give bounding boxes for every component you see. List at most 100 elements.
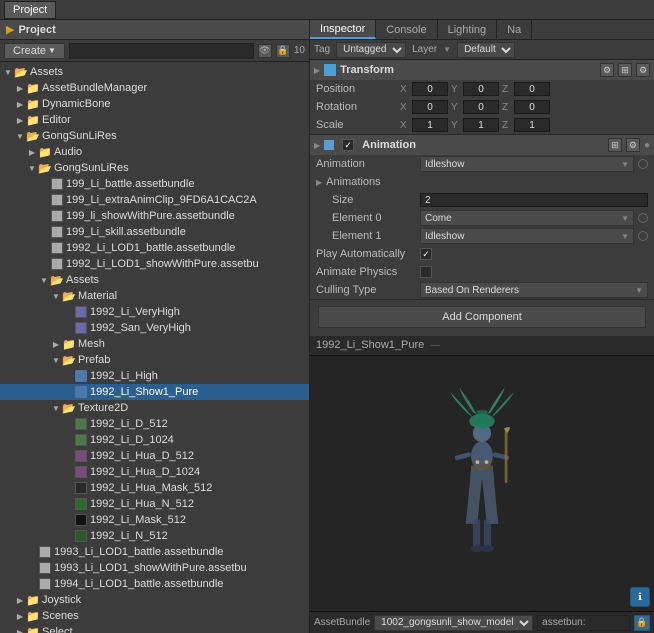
- element1-select[interactable]: Idleshow ▼: [420, 228, 634, 244]
- animation-dot-icon: [638, 159, 648, 169]
- tree-type-icon: 📁: [26, 113, 40, 127]
- search-input[interactable]: [69, 43, 254, 59]
- tree-item-gongsunlires[interactable]: ▼📂GongSunLiRes: [0, 128, 309, 144]
- tree-item-1992-li-show1-pure[interactable]: 1992_Li_Show1_Pure: [0, 384, 309, 400]
- tree-item-label: 1994_Li_LOD1_battle.assetbundle: [54, 578, 223, 590]
- tree-item-texture2d[interactable]: ▼📂Texture2D: [0, 400, 309, 416]
- tree-item-1992-n-512[interactable]: 1992_Li_N_512: [0, 528, 309, 544]
- tree-item-1992-d-512[interactable]: 1992_Li_D_512: [0, 416, 309, 432]
- assetbundle-icon-btn[interactable]: 🔒: [634, 615, 650, 631]
- tree-item-1992-li-high[interactable]: 1992_Li_High: [0, 368, 309, 384]
- tree-item-1992-hua-n-512[interactable]: 1992_Li_Hua_N_512: [0, 496, 309, 512]
- animation-select[interactable]: Idleshow ▼: [420, 156, 634, 172]
- tree-item-assets-root[interactable]: ▼📂Assets: [0, 64, 309, 80]
- rotation-z-input[interactable]: [514, 100, 550, 114]
- scale-x-input[interactable]: [412, 118, 448, 132]
- tree-item-audio[interactable]: ▶📁Audio: [0, 144, 309, 160]
- animations-header-row: ▶ Animations: [310, 173, 654, 191]
- play-auto-checkbox[interactable]: [420, 248, 432, 260]
- tree-item-1993-lod1-show[interactable]: 1993_Li_LOD1_showWithPure.assetbu: [0, 560, 309, 576]
- tree-item-assets-sub[interactable]: ▼📂Assets: [0, 272, 309, 288]
- tree-item-199-li-battle[interactable]: 199_Li_battle.assetbundle: [0, 176, 309, 192]
- tree-item-editor[interactable]: ▶📁Editor: [0, 112, 309, 128]
- scale-z-input[interactable]: [514, 118, 550, 132]
- tree-item-1992-li-veryhigh[interactable]: 1992_Li_VeryHigh: [0, 304, 309, 320]
- scale-y-group: Y: [451, 118, 499, 132]
- tree-item-1992-lod1-battle[interactable]: 1992_Li_LOD1_battle.assetbundle: [0, 240, 309, 256]
- position-x-input[interactable]: [412, 82, 448, 96]
- position-y-input[interactable]: [463, 82, 499, 96]
- transform-extra-icon[interactable]: ⚙: [636, 63, 650, 77]
- tree-item-dynamicbone[interactable]: ▶📁DynamicBone: [0, 96, 309, 112]
- create-button[interactable]: Create ▼: [4, 43, 65, 59]
- tree-item-1992-d-1024[interactable]: 1992_Li_D_1024: [0, 432, 309, 448]
- tab-project[interactable]: Project: [4, 1, 56, 19]
- tree-item-label: Texture2D: [78, 402, 128, 414]
- tree-type-icon: 📁: [26, 97, 40, 111]
- transform-settings-icon[interactable]: ⚙: [600, 63, 614, 77]
- tree-item-1992-lod1-show[interactable]: 1992_Li_LOD1_showWithPure.assetbu: [0, 256, 309, 272]
- culling-label: Culling Type: [316, 284, 416, 296]
- play-auto-row: Play Automatically: [310, 245, 654, 263]
- tree-item-gongsunlires2[interactable]: ▼📂GongSunLiRes: [0, 160, 309, 176]
- tag-select[interactable]: Untagged: [336, 42, 406, 58]
- tree-item-label: Select: [42, 626, 73, 633]
- preview-info-button[interactable]: ℹ: [630, 587, 650, 607]
- preview-area: 1992_Li_Show1_Pure —: [310, 336, 654, 612]
- tree-item-select[interactable]: ▶📁Select: [0, 624, 309, 633]
- tree-item-scenes[interactable]: ▶📁Scenes: [0, 608, 309, 624]
- tree-item-label: 1993_Li_LOD1_battle.assetbundle: [54, 546, 223, 558]
- tree-item-1993-lod1-battle[interactable]: 1993_Li_LOD1_battle.assetbundle: [0, 544, 309, 560]
- tree-item-1992-hua-d-512[interactable]: 1992_Li_Hua_D_512: [0, 448, 309, 464]
- animation-arrow-icon: ▶: [314, 141, 320, 150]
- element0-row: Element 0 Come ▼: [310, 209, 654, 227]
- rotation-x-input[interactable]: [412, 100, 448, 114]
- culling-select[interactable]: Based On Renderers ▼: [420, 282, 648, 298]
- layer-select[interactable]: Default: [457, 42, 515, 58]
- tree-item-1992-hua-mask-512[interactable]: 1992_Li_Hua_Mask_512: [0, 480, 309, 496]
- tab-console[interactable]: Console: [376, 20, 437, 39]
- add-component-button[interactable]: Add Component: [318, 306, 646, 328]
- rotation-y-input[interactable]: [463, 100, 499, 114]
- anim-settings-icon[interactable]: ⚙: [626, 138, 640, 152]
- tree-item-199-li-skill[interactable]: 199_Li_skill.assetbundle: [0, 224, 309, 240]
- anim-layout-icon[interactable]: ⊞: [608, 138, 622, 152]
- tab-lighting[interactable]: Lighting: [438, 20, 498, 39]
- tree-item-assetbundle-manager[interactable]: ▶📁AssetBundleManager: [0, 80, 309, 96]
- tab-na[interactable]: Na: [497, 20, 532, 39]
- animation-header[interactable]: ▶ Animation ⊞ ⚙ ●: [310, 135, 654, 155]
- tree-item-label: 199_li_showWithPure.assetbundle: [66, 210, 235, 222]
- eye-icon[interactable]: 👁: [258, 44, 272, 58]
- size-input[interactable]: [420, 193, 648, 207]
- tree-item-1994-lod1-battle[interactable]: 1994_Li_LOD1_battle.assetbundle: [0, 576, 309, 592]
- tree-type-icon: [74, 465, 88, 479]
- tree-item-prefab[interactable]: ▼📂Prefab: [0, 352, 309, 368]
- layer-dropdown-icon: ▼: [443, 45, 451, 54]
- animation-enabled-checkbox[interactable]: [342, 139, 354, 151]
- tab-inspector[interactable]: Inspector: [310, 20, 376, 39]
- culling-select-value: Based On Renderers: [425, 285, 519, 296]
- scale-y-input[interactable]: [463, 118, 499, 132]
- tree-item-199-li-show[interactable]: 199_li_showWithPure.assetbundle: [0, 208, 309, 224]
- assetbundle-field[interactable]: [537, 615, 630, 631]
- tree-item-1992-mask-512[interactable]: 1992_Li_Mask_512: [0, 512, 309, 528]
- left-panel-title: Project: [18, 24, 55, 36]
- pos-x-label: X: [400, 84, 410, 95]
- lock-blue-icon: 🔒: [636, 617, 647, 628]
- tree-item-mesh[interactable]: ▶📁Mesh: [0, 336, 309, 352]
- tree-item-joystick[interactable]: ▶📁Joystick: [0, 592, 309, 608]
- tree-item-199-li-extra[interactable]: 199_Li_extraAnimClip_9FD6A1CAC2A: [0, 192, 309, 208]
- tree-item-1992-hua-d-1024[interactable]: 1992_Li_Hua_D_1024: [0, 464, 309, 480]
- transform-header[interactable]: ▶ Transform ⚙ ⊞ ⚙: [310, 60, 654, 80]
- element0-select[interactable]: Come ▼: [420, 210, 634, 226]
- tree-item-label: Prefab: [78, 354, 110, 366]
- anim-physics-checkbox[interactable]: [420, 266, 432, 278]
- count-badge: 10: [294, 45, 305, 56]
- assetbundle-select[interactable]: 1002_gongsunli_show_model: [374, 615, 533, 631]
- tree-item-material[interactable]: ▼📂Material: [0, 288, 309, 304]
- lock-icon[interactable]: 🔒: [276, 44, 290, 58]
- position-z-input[interactable]: [514, 82, 550, 96]
- tree-item-1992-san-veryhigh[interactable]: 1992_San_VeryHigh: [0, 320, 309, 336]
- animation-field-label: Animation: [316, 158, 416, 170]
- transform-layout-icon[interactable]: ⊞: [618, 63, 632, 77]
